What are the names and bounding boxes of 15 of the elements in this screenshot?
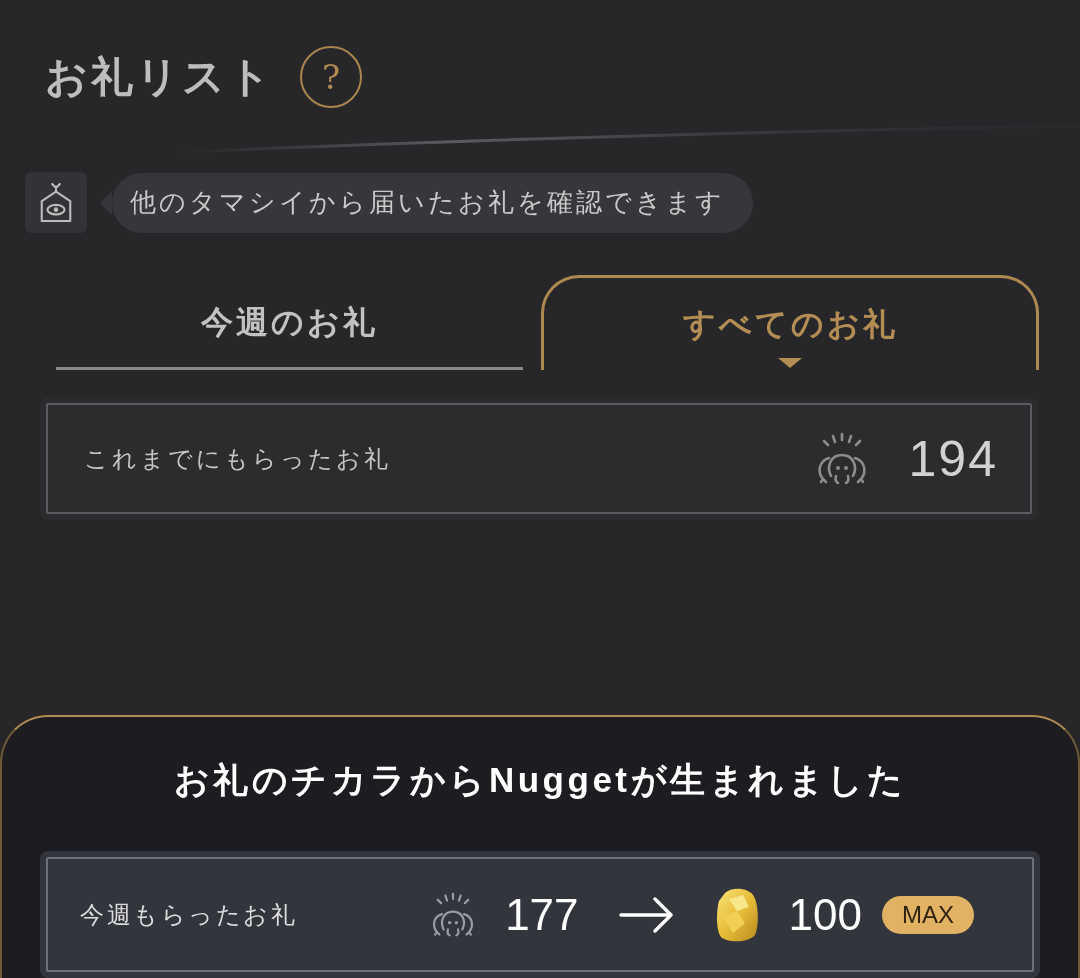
- arrow-icon: [618, 896, 675, 933]
- nugget-icon: [714, 886, 759, 943]
- total-label: これまでにもらったお礼: [84, 443, 391, 474]
- tab[interactable]: すべてのお礼: [541, 275, 1039, 370]
- weekly-count: 177: [505, 892, 579, 937]
- nugget-count: 100: [788, 892, 862, 937]
- page-title: お礼リスト: [45, 52, 274, 102]
- max-badge: MAX: [882, 895, 974, 934]
- total-count: 194: [908, 433, 998, 484]
- panel-title: お礼のチカラからNuggetが生まれました: [173, 759, 906, 801]
- caret-icon: [778, 358, 802, 368]
- tab[interactable]: 今週のお礼: [56, 275, 523, 370]
- help-button[interactable]: ?: [300, 46, 362, 108]
- notice-bubble: 他のタマシイから届いたお礼を確認できます: [112, 172, 753, 233]
- weekly-label: 今週もらったお礼: [80, 899, 297, 930]
